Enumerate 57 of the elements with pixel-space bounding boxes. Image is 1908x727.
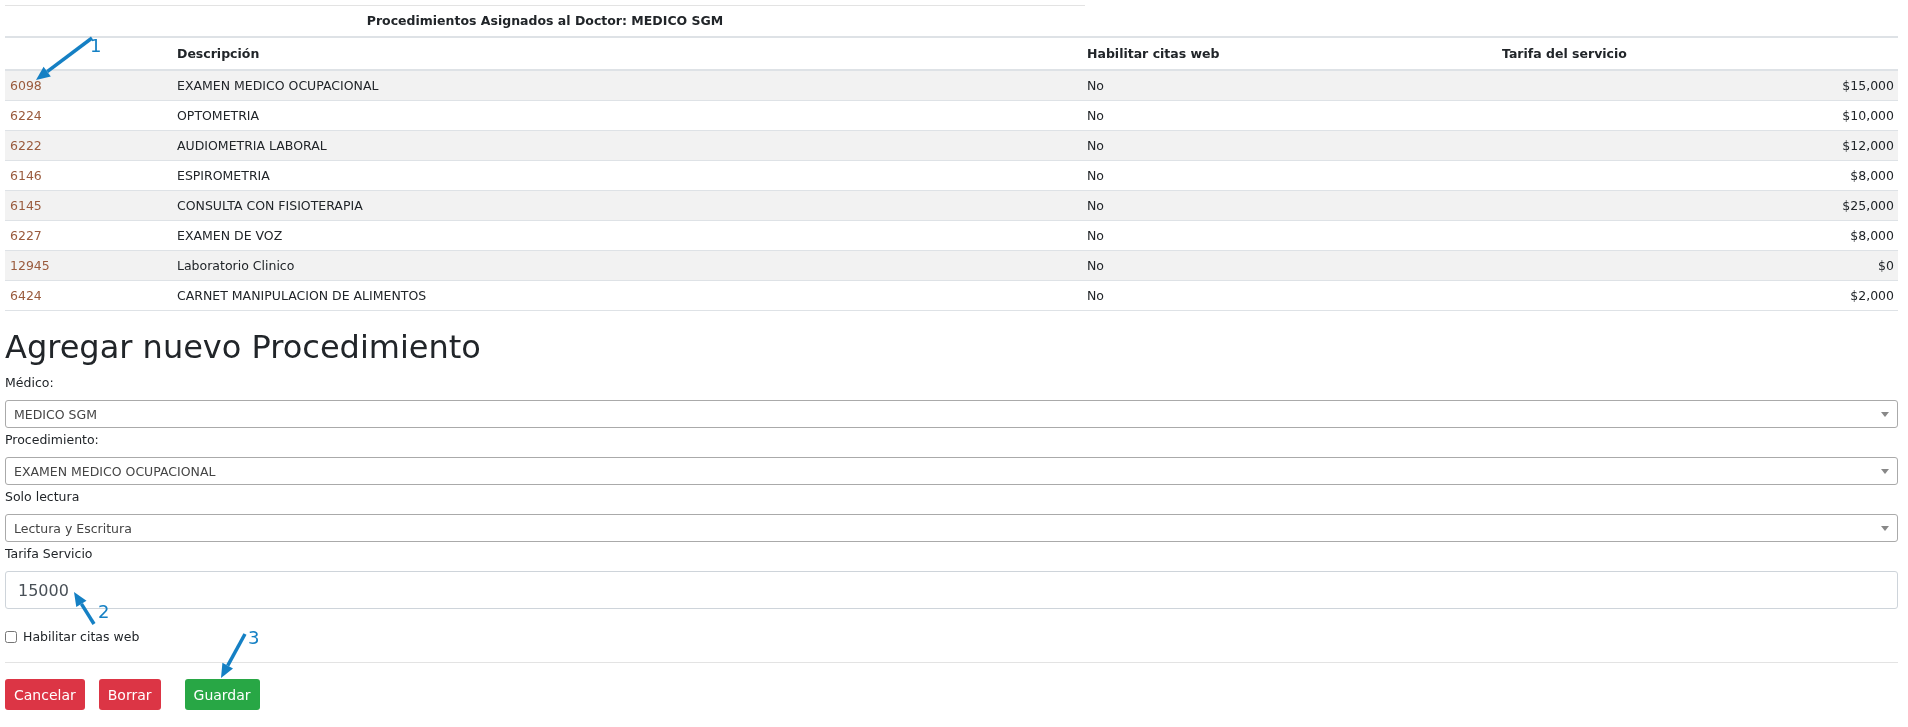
annotation-arrow xyxy=(72,590,96,626)
table-cell-text: $0 xyxy=(1877,258,1895,273)
table-cell-text: CONSULTA CON FISIOTERAPIA xyxy=(177,198,364,213)
action-button[interactable]: Cancelar xyxy=(5,679,85,710)
checkbox[interactable] xyxy=(5,630,17,643)
procedure-code-link[interactable]: 6146 xyxy=(10,168,42,183)
annotation-arrow xyxy=(34,36,94,82)
table-cell-text: $10,000 xyxy=(1841,108,1895,123)
form-heading: Agregar nuevo Procedimiento xyxy=(5,329,482,365)
table-cell-text: No xyxy=(1087,228,1105,243)
annotation-number: 1 xyxy=(90,36,102,56)
table-cell-text: No xyxy=(1087,138,1105,153)
dropdown[interactable]: Lectura y Escritura xyxy=(5,514,1898,542)
table-cell-text: No xyxy=(1087,168,1105,183)
table-cell-text: ESPIROMETRIA xyxy=(177,168,271,183)
column-header: Tarifa del servicio xyxy=(1502,46,1628,61)
table-cell-text: $8,000 xyxy=(1849,168,1895,183)
checkbox-label: Habilitar citas web xyxy=(23,629,140,644)
annotation-arrow xyxy=(219,632,247,680)
dropdown[interactable]: MEDICO SGM xyxy=(5,400,1898,428)
field-label: Procedimiento: xyxy=(5,431,100,449)
column-header: Descripción xyxy=(177,46,261,61)
table-cell-text: $8,000 xyxy=(1849,228,1895,243)
action-button[interactable]: Guardar xyxy=(184,679,260,710)
procedure-code-link[interactable]: 6227 xyxy=(10,228,42,243)
procedure-code-link[interactable]: 6098 xyxy=(10,78,42,93)
table-cell-text: No xyxy=(1087,258,1105,273)
action-button[interactable]: Borrar xyxy=(98,679,161,710)
procedure-code-link[interactable]: 6145 xyxy=(10,198,42,213)
table-title: Procedimientos Asignados al Doctor: MEDICO SGM xyxy=(5,5,1085,36)
table-cell-text: Laboratorio Clinico xyxy=(177,258,296,273)
table-cell-text: AUDIOMETRIA LABORAL xyxy=(177,138,328,153)
table-cell-text: No xyxy=(1087,198,1105,213)
dropdown[interactable]: EXAMEN MEDICO OCUPACIONAL xyxy=(5,457,1898,485)
caret-icon xyxy=(1881,525,1889,531)
table-cell-text: No xyxy=(1087,78,1105,93)
procedure-code-link[interactable]: 12945 xyxy=(10,258,50,273)
procedure-code-link[interactable]: 6424 xyxy=(10,288,42,303)
procedure-code-link[interactable]: 6222 xyxy=(10,138,42,153)
procedure-code-link[interactable]: 6224 xyxy=(10,108,42,123)
table-cell-text: $15,000 xyxy=(1841,78,1895,93)
field-label: Solo lectura xyxy=(5,488,81,506)
table-cell-text: No xyxy=(1087,108,1105,123)
table-cell-text: OPTOMETRIA xyxy=(177,108,261,123)
table-cell-text: $2,000 xyxy=(1849,288,1895,303)
table-cell-text: EXAMEN MEDICO OCUPACIONAL xyxy=(177,78,380,93)
column-header: Habilitar citas web xyxy=(1087,46,1221,61)
caret-icon xyxy=(1881,411,1889,417)
field-label: Médico: xyxy=(5,374,55,392)
table-cell-text: CARNET MANIPULACION DE ALIMENTOS xyxy=(177,288,428,303)
table-cell-text: $25,000 xyxy=(1841,198,1895,213)
table-cell-text: $12,000 xyxy=(1841,138,1895,153)
annotation-number: 3 xyxy=(248,628,260,648)
table-cell-text: EXAMEN DE VOZ xyxy=(177,228,284,243)
caret-icon xyxy=(1881,468,1889,474)
field-label: Tarifa Servicio xyxy=(5,545,94,563)
table-cell-text: No xyxy=(1087,288,1105,303)
